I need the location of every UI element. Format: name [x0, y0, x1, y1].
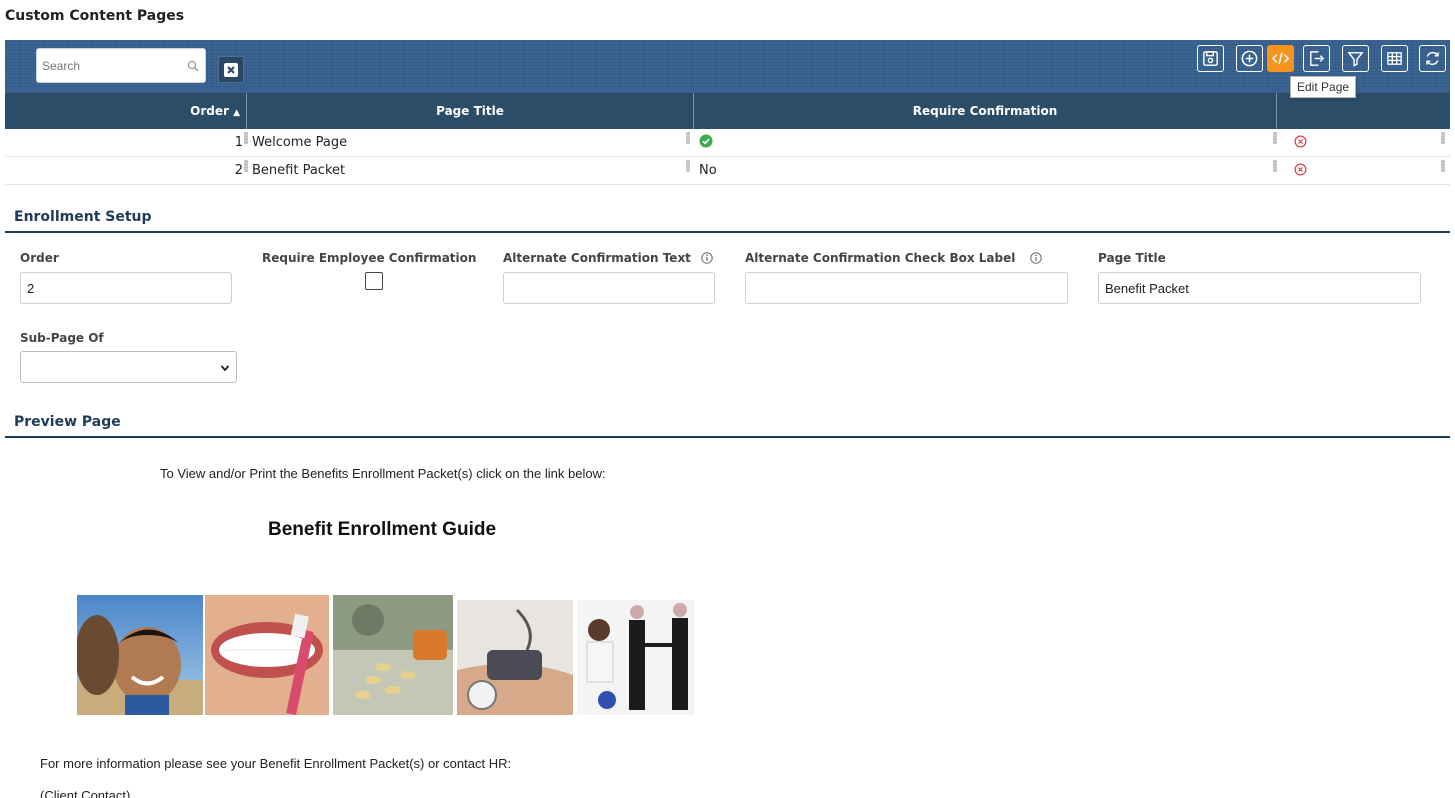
edit-page-tooltip: Edit Page: [1290, 76, 1357, 98]
search-input[interactable]: [37, 49, 177, 82]
row-order: 2: [234, 163, 243, 178]
column-page-title[interactable]: Page Title: [247, 93, 694, 129]
grid-header: Order ▲ Page Title Require Confirmation: [5, 93, 1450, 129]
subpage-label: Sub-Page Of: [20, 331, 104, 345]
save-button[interactable]: [1197, 45, 1224, 72]
section-divider: [5, 231, 1450, 233]
info-icon[interactable]: [1029, 252, 1042, 264]
export-button[interactable]: [1303, 45, 1330, 72]
sort-asc-icon: ▲: [233, 108, 240, 118]
chevron-down-icon: [220, 365, 230, 372]
column-order[interactable]: Order ▲: [5, 93, 247, 129]
alternate-checkbox-input[interactable]: [745, 272, 1068, 304]
grid-toolbar: [5, 40, 1450, 93]
alternate-text-input[interactable]: [503, 272, 715, 304]
delete-row-button[interactable]: [1294, 157, 1314, 185]
refresh-icon: [1426, 51, 1439, 66]
refresh-button[interactable]: [1419, 45, 1446, 72]
photo-smile-image: [205, 595, 329, 715]
plus-circle-icon: [1241, 50, 1258, 67]
search-box[interactable]: [36, 48, 206, 83]
client-contact-text: (Client Contact): [40, 788, 131, 798]
preview-page-title: Preview Page: [14, 414, 121, 430]
delete-row-button[interactable]: [1294, 129, 1314, 157]
benefit-guide-link[interactable]: Benefit Enrollment Guide: [268, 519, 496, 541]
photo-money-image: [333, 595, 453, 715]
columns-button[interactable]: [1381, 45, 1408, 72]
table-icon: [1387, 52, 1402, 65]
filter-icon: [1347, 52, 1364, 67]
enrollment-setup-title: Enrollment Setup: [14, 209, 152, 225]
photo-child-image: [77, 595, 203, 715]
order-input[interactable]: [20, 272, 232, 304]
section-divider: [5, 436, 1450, 438]
info-icon[interactable]: [701, 252, 713, 264]
require-confirmation-label: Require Employee Confirmation: [262, 251, 477, 265]
photo-business-image: [577, 600, 694, 715]
column-require-confirmation[interactable]: Require Confirmation: [694, 93, 1277, 129]
row-confirm: No: [699, 163, 717, 178]
code-icon: [1271, 52, 1290, 65]
photo-blood-pressure-image: [457, 600, 573, 715]
order-label: Order: [20, 251, 59, 265]
preview-intro-text: To View and/or Print the Benefits Enroll…: [160, 466, 606, 481]
row-title: Benefit Packet: [252, 163, 346, 178]
table-row[interactable]: 1 Welcome Page: [5, 129, 1450, 157]
table-row[interactable]: 2 Benefit Packet No: [5, 157, 1450, 185]
add-button[interactable]: [1236, 45, 1263, 72]
edit-page-button[interactable]: [1267, 45, 1294, 72]
require-confirmation-checkbox[interactable]: [365, 272, 383, 290]
preview-footer-text: For more information please see your Ben…: [40, 756, 512, 771]
page-title: Custom Content Pages: [5, 8, 185, 24]
subpage-select[interactable]: [20, 351, 237, 383]
page-title-label: Page Title: [1098, 251, 1166, 265]
column-actions: [1277, 93, 1450, 129]
row-order: 1: [234, 135, 243, 150]
export-icon: [1310, 51, 1325, 66]
search-icon: [187, 60, 199, 72]
filter-button[interactable]: [1342, 45, 1369, 72]
clear-search-button[interactable]: [218, 56, 244, 83]
delete-circle-icon: [1294, 135, 1307, 148]
alternate-text-label: Alternate Confirmation Text: [503, 251, 713, 265]
check-circle-icon: [699, 134, 713, 148]
page-title-input[interactable]: [1098, 272, 1421, 304]
alternate-checkbox-label: Alternate Confirmation Check Box Label: [745, 251, 1042, 265]
save-icon: [1203, 51, 1218, 66]
row-confirm: [699, 129, 999, 157]
close-icon: [227, 65, 235, 74]
delete-circle-icon: [1294, 163, 1307, 176]
row-title: Welcome Page: [252, 135, 348, 150]
